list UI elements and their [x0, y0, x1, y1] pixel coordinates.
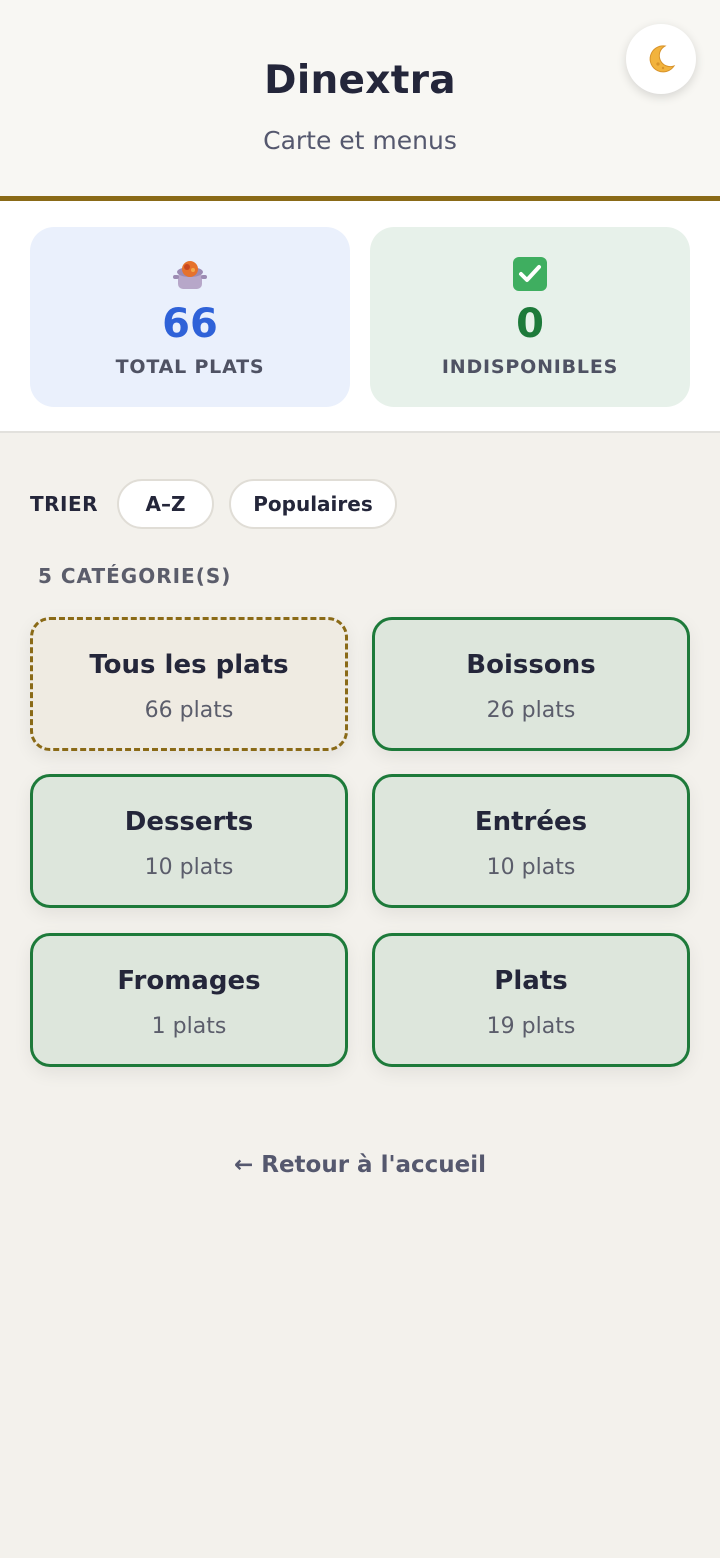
category-name: Tous les plats	[89, 650, 289, 680]
category-dish-count: 26 plats	[486, 698, 576, 723]
sort-az-button[interactable]: A–Z	[117, 479, 214, 529]
category-card-boissons[interactable]: Boissons 26 plats	[372, 617, 690, 751]
category-name: Plats	[494, 966, 568, 996]
total-dishes-label: TOTAL PLATS	[115, 356, 265, 378]
category-name: Boissons	[466, 650, 596, 680]
category-dish-count: 19 plats	[486, 1014, 576, 1039]
category-card-all[interactable]: Tous les plats 66 plats	[30, 617, 348, 751]
total-dishes-card: 66 TOTAL PLATS	[30, 227, 350, 407]
total-dishes-value: 66	[162, 301, 218, 347]
theme-toggle-button[interactable]	[626, 24, 696, 94]
unavailable-value: 0	[516, 301, 544, 347]
category-count: 5 CATÉGORIE(S)	[38, 564, 232, 588]
app-header: Dinextra Carte et menus	[0, 0, 720, 196]
category-card-fromages[interactable]: Fromages 1 plats	[30, 933, 348, 1067]
category-dish-count: 10 plats	[144, 855, 234, 880]
unavailable-card: 0 INDISPONIBLES	[370, 227, 690, 407]
category-name: Desserts	[124, 807, 254, 837]
app-subtitle: Carte et menus	[263, 126, 457, 155]
check-box-icon	[513, 257, 547, 291]
back-home-link[interactable]: ← Retour à l'accueil	[0, 1152, 720, 1178]
cooking-pot-icon	[173, 261, 207, 289]
category-card-plats[interactable]: Plats 19 plats	[372, 933, 690, 1067]
category-name: Fromages	[117, 966, 261, 996]
category-name: Entrées	[474, 807, 588, 837]
category-dish-count: 10 plats	[486, 855, 576, 880]
app-title: Dinextra	[264, 58, 456, 103]
category-card-entrees[interactable]: Entrées 10 plats	[372, 774, 690, 908]
stats-section: 66 TOTAL PLATS 0 INDISPONIBLES	[0, 201, 720, 433]
sort-popular-button[interactable]: Populaires	[229, 479, 397, 529]
category-dish-count: 66 plats	[144, 698, 234, 723]
category-dish-count: 1 plats	[151, 1014, 227, 1039]
unavailable-label: INDISPONIBLES	[441, 356, 619, 378]
category-card-desserts[interactable]: Desserts 10 plats	[30, 774, 348, 908]
sort-label: TRIER	[30, 492, 99, 516]
moon-icon	[649, 45, 676, 73]
